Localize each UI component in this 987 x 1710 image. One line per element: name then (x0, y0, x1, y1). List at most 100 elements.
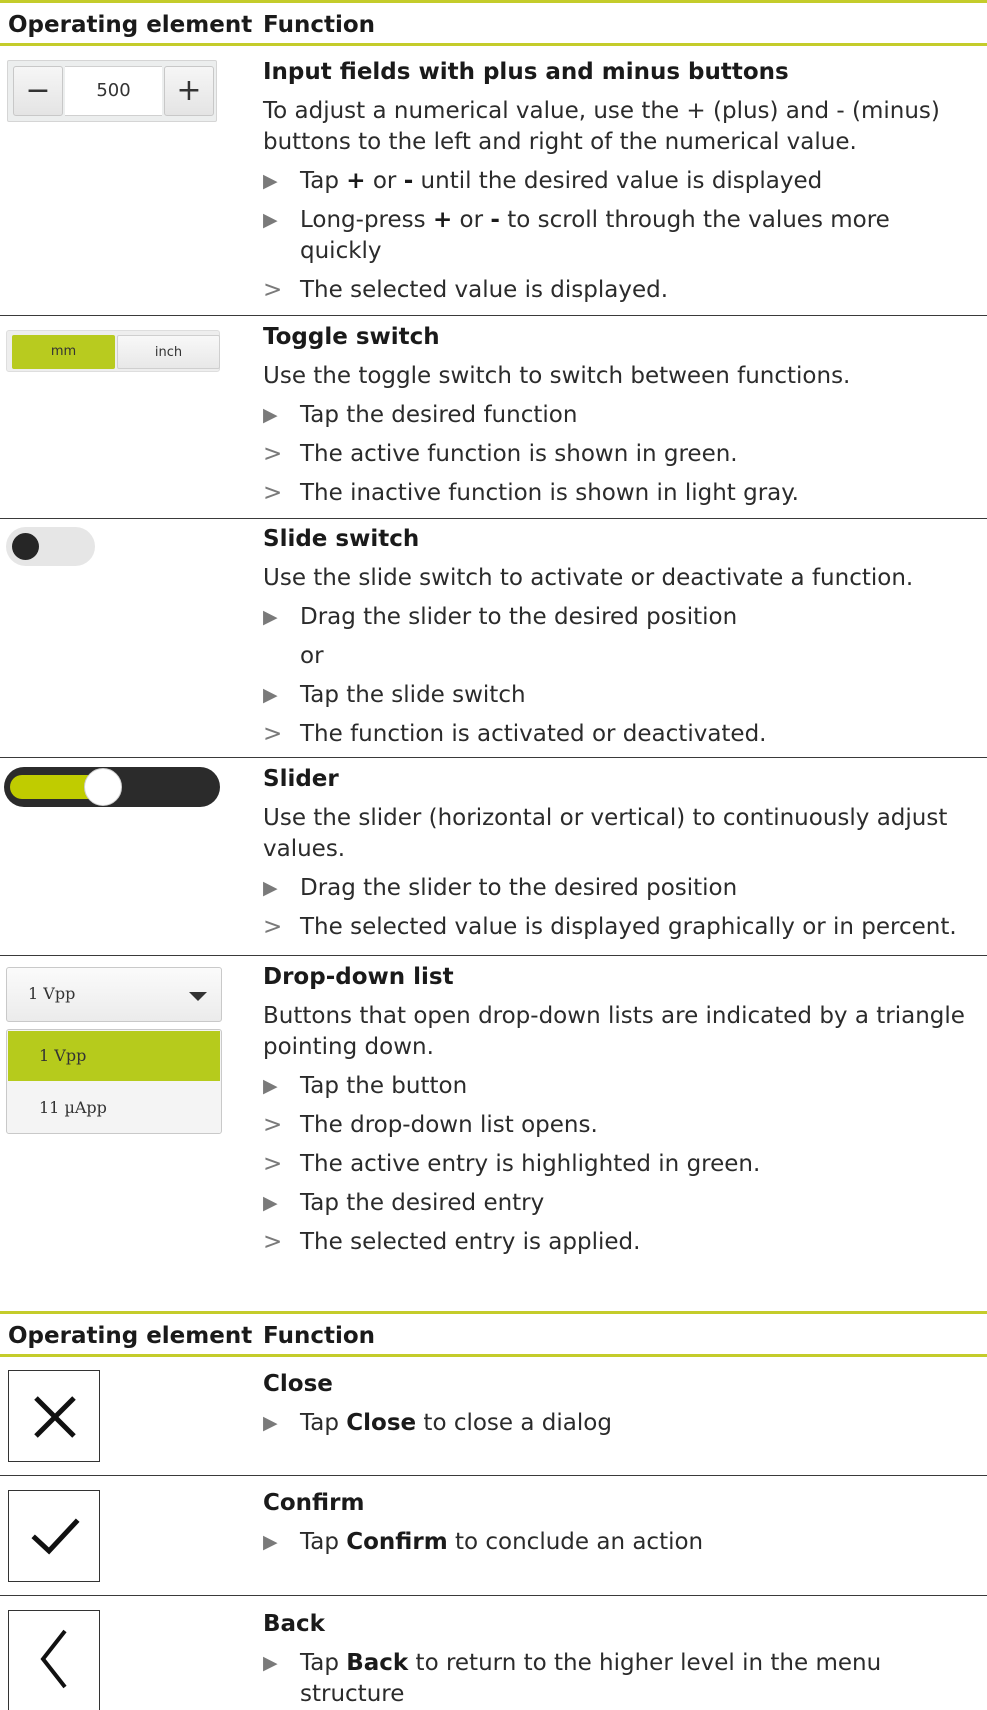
result-item: > The function is activated or deactivate… (263, 719, 978, 750)
step-text: Tap the slide switch (300, 682, 526, 708)
step-bold: Confirm (346, 1529, 448, 1555)
step-text: Tap (300, 1650, 347, 1676)
row-title: Toggle switch (263, 324, 440, 350)
result-marker-icon: > (263, 914, 283, 940)
row-divider (0, 315, 987, 316)
step-text: Long-press (300, 207, 433, 233)
back-button[interactable] (8, 1610, 100, 1710)
close-button[interactable] (8, 1370, 100, 1462)
value-slider[interactable] (4, 767, 220, 807)
check-icon (31, 1518, 80, 1555)
header-operating-element: Operating element (8, 1323, 253, 1349)
chevron-left-icon (40, 1629, 67, 1689)
result-marker-icon: > (263, 480, 283, 506)
step-text: until the desired value is displayed (413, 168, 823, 194)
result-text: The inactive function is shown in light … (300, 480, 799, 506)
slide-switch-knob[interactable] (12, 533, 39, 560)
row-title: Input fields with plus and minus buttons (263, 59, 789, 85)
slide-switch[interactable] (6, 527, 95, 566)
step-marker-icon: ▶ (263, 684, 278, 706)
step-item: ▶ Tap the slide switch (263, 680, 978, 711)
result-marker-icon: > (263, 1112, 283, 1138)
step-item: ▶ Tap Back to return to the higher level … (263, 1648, 978, 1710)
step-bold: Close (346, 1410, 417, 1436)
step-bold: + (346, 168, 366, 194)
step-item: ▶ Tap + or - until the desired value is d… (263, 166, 978, 197)
stepper-value[interactable]: 500 (65, 66, 162, 116)
row-dropdown-list: Drop-down list Buttons that open drop-do… (263, 962, 978, 1266)
toggle-option-inch[interactable]: inch (117, 335, 220, 369)
step-text: Tap the desired function (300, 402, 578, 428)
row-intro: Use the slide switch to activate or deac… (263, 565, 914, 591)
row-input-fields: Input fields with plus and minus buttons… (263, 57, 978, 314)
result-item: > The selected value is displayed graphic… (263, 912, 978, 943)
step-item: ▶ Long-press + or - to scroll through the… (263, 205, 978, 267)
unit-toggle-switch: mm inch (6, 330, 220, 372)
triangle-down-icon (189, 992, 207, 1001)
step-bold: - (490, 207, 500, 233)
step-marker-icon: ▶ (263, 170, 278, 192)
row-back: Back ▶ Tap Back to return to the higher l… (263, 1609, 978, 1710)
dropdown-option[interactable]: 11 µApp (8, 1083, 220, 1133)
close-icon (34, 1396, 76, 1438)
toggle-option-mm[interactable]: mm (12, 335, 115, 369)
row-intro: Use the toggle switch to switch between … (263, 363, 851, 389)
step-text: Drag the slider to the desired position (300, 604, 738, 630)
result-marker-icon: > (263, 1229, 283, 1255)
step-item: ▶ Drag the slider to the desired position (263, 602, 978, 633)
step-marker-icon: ▶ (263, 606, 278, 628)
step-marker-icon: ▶ (263, 1531, 278, 1553)
header-function: Function (263, 1323, 376, 1349)
result-text: The selected entry is applied. (300, 1229, 641, 1255)
row-close: Close ▶ Tap Close to close a dialog (263, 1369, 978, 1447)
step-marker-icon: ▶ (263, 1075, 278, 1097)
row-title: Drop-down list (263, 964, 454, 990)
step-text: Drag the slider to the desired position (300, 875, 738, 901)
row-intro: Use the slider (horizontal or vertical) … (263, 805, 948, 862)
row-intro: Buttons that open drop-down lists are in… (263, 1003, 965, 1060)
step-text: Tap (300, 1529, 347, 1555)
step-text: Tap (300, 168, 347, 194)
dropdown-option-label: 11 µApp (39, 1098, 107, 1117)
row-divider (0, 757, 987, 758)
row-intro: To adjust a numerical value, use the + (… (263, 98, 940, 155)
confirm-button[interactable] (8, 1490, 100, 1582)
result-text: The selected value is displayed. (300, 277, 669, 303)
dropdown-button[interactable]: 1 Vpp (6, 967, 222, 1022)
step-item: ▶ Tap Close to close a dialog (263, 1408, 978, 1439)
row-title: Close (263, 1371, 333, 1397)
slider-thumb[interactable] (84, 768, 122, 806)
step-bold: + (432, 207, 453, 233)
step-text: Tap (300, 1410, 347, 1436)
row-divider (0, 518, 987, 519)
result-text: The active function is shown in green. (300, 441, 738, 467)
step-item: ▶ Tap the button (263, 1071, 978, 1102)
dropdown-option[interactable]: 1 Vpp (8, 1031, 220, 1081)
result-text: The selected value is displayed graphica… (300, 914, 957, 940)
dropdown-option-label: 1 Vpp (39, 1046, 87, 1065)
row-divider (0, 1475, 987, 1476)
result-item: > The inactive function is shown in light… (263, 478, 978, 509)
result-item: > The drop-down list opens. (263, 1110, 978, 1141)
step-marker-icon: ▶ (263, 1652, 278, 1674)
step-marker-icon: ▶ (263, 877, 278, 899)
row-divider (0, 1595, 987, 1596)
result-text: The drop-down list opens. (300, 1112, 598, 1138)
step-bold: Back (346, 1650, 409, 1676)
number-stepper: − 500 + (7, 60, 217, 122)
step-text: Tap the button (300, 1073, 468, 1099)
dropdown-list: 1 Vpp 11 µApp (6, 1029, 222, 1134)
step-item: ▶ Drag the slider to the desired position (263, 873, 978, 904)
row-title: Confirm (263, 1490, 365, 1516)
step-marker-icon: ▶ (263, 1412, 278, 1434)
result-text: The active entry is highlighted in green… (300, 1151, 761, 1177)
step-marker-icon: ▶ (263, 209, 278, 231)
plus-button[interactable]: + (164, 66, 214, 116)
step-marker-icon: ▶ (263, 404, 278, 426)
table-header-rule (0, 1354, 987, 1357)
step-text: Tap the desired entry (300, 1190, 545, 1216)
row-slide-switch: Slide switch Use the slide switch to act… (263, 524, 978, 758)
result-marker-icon: > (263, 721, 283, 747)
minus-button[interactable]: − (13, 66, 63, 116)
result-marker-icon: > (263, 277, 283, 303)
